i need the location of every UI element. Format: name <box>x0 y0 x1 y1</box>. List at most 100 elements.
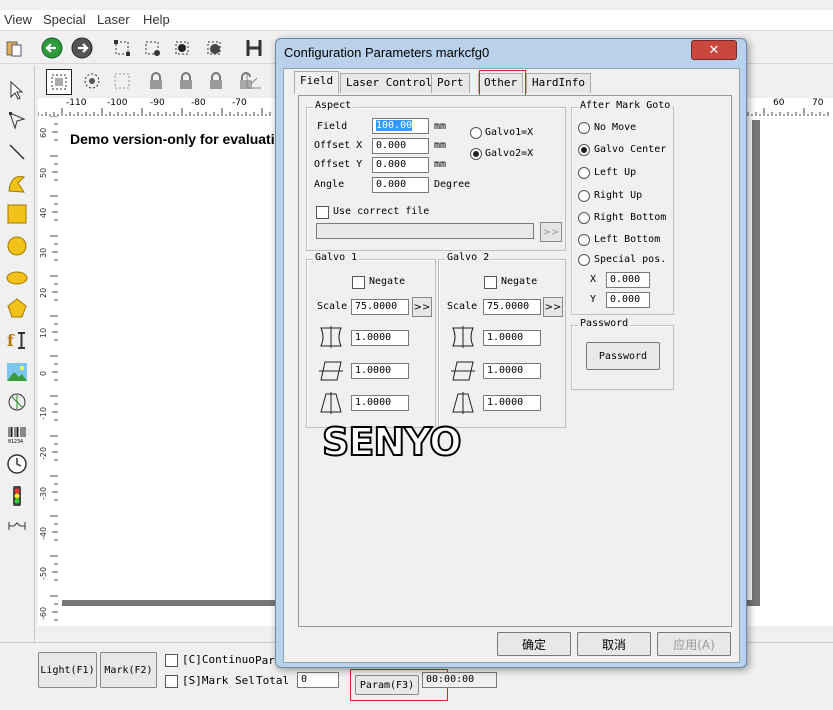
field-size-input[interactable]: 100.00 <box>372 118 429 134</box>
special-y-label: Y <box>590 294 597 305</box>
galvo1-negate-checkbox[interactable] <box>352 276 365 289</box>
tab-hardinfo[interactable]: HardInfo <box>526 73 591 93</box>
svg-text:01234: 01234 <box>8 439 23 445</box>
galvo2-barrel-input[interactable]: 1.0000 <box>483 330 541 346</box>
mark-sel-label: [S]Mark Sel <box>182 674 255 687</box>
lock-icon[interactable] <box>144 69 168 93</box>
galvo1-parallelogram-input[interactable]: 1.0000 <box>351 363 409 379</box>
close-icon[interactable]: ✕ <box>691 40 737 60</box>
continuous-checkbox[interactable] <box>165 654 178 667</box>
apply-button[interactable]: 应用(A) <box>657 632 731 656</box>
special-pos-radio[interactable] <box>578 254 590 266</box>
mark-sel-checkbox[interactable] <box>165 675 178 688</box>
galvo2-scale-more-button[interactable]: >> <box>543 297 563 317</box>
line-icon[interactable] <box>5 140 29 164</box>
node-icon[interactable] <box>140 36 164 60</box>
rotate-icon[interactable] <box>80 69 104 93</box>
menu-laser[interactable]: Laser <box>97 12 130 27</box>
lock-icon[interactable] <box>204 69 228 93</box>
password-button[interactable]: Password <box>586 342 660 370</box>
right-up-label: Right Up <box>594 190 643 201</box>
ruler-label: 30 <box>39 248 48 258</box>
select-node-icon[interactable] <box>110 36 134 60</box>
galvo2-parallelogram-input[interactable]: 1.0000 <box>483 363 541 379</box>
light-button[interactable]: Light(F1) <box>38 652 97 688</box>
field-size-selection: 100.00 <box>376 120 413 131</box>
ruler-label: -100 <box>107 98 128 108</box>
cancel-button[interactable]: 取消 <box>577 632 651 656</box>
tab-port[interactable]: Port <box>431 73 470 93</box>
left-up-label: Left Up <box>594 167 637 178</box>
galvo1-barrel-input[interactable]: 1.0000 <box>351 330 409 346</box>
io-icon[interactable] <box>5 484 29 508</box>
node-dot-icon[interactable] <box>202 36 226 60</box>
left-bottom-radio[interactable] <box>578 234 590 246</box>
ok-button[interactable]: 确定 <box>497 632 571 656</box>
galvo1-x-radio[interactable] <box>470 127 482 139</box>
special-y-input[interactable]: 0.000 <box>606 292 650 308</box>
left-up-radio[interactable] <box>578 167 590 179</box>
total-field[interactable]: 0 <box>297 672 339 688</box>
paste-icon[interactable] <box>2 36 26 60</box>
senyo-watermark: SENYO <box>321 419 463 465</box>
tab-laser-control[interactable]: Laser Control <box>340 73 439 93</box>
rectangle-icon[interactable] <box>5 202 29 226</box>
image-icon[interactable] <box>5 360 29 384</box>
offset-x-label: Offset X <box>314 140 363 151</box>
use-correct-file-checkbox[interactable] <box>316 206 329 219</box>
galvo1-trapezoid-input[interactable]: 1.0000 <box>351 395 409 411</box>
offset-y-input[interactable]: 0.000 <box>372 157 429 173</box>
ruler-label: -30 <box>39 487 48 500</box>
galvo2-group: Galvo 2 Negate Scale 75.0000 >> 1.0000 1… <box>438 252 566 428</box>
node-edit-icon[interactable] <box>170 36 194 60</box>
galvo2-trapezoid-input[interactable]: 1.0000 <box>483 395 541 411</box>
align-icon[interactable] <box>242 69 266 93</box>
ruler-label: -70 <box>232 98 247 108</box>
galvo2-scale-input[interactable]: 75.0000 <box>483 299 541 315</box>
mark-button[interactable]: Mark(F2) <box>100 652 157 688</box>
galvo2-negate-checkbox[interactable] <box>484 276 497 289</box>
timer-icon[interactable] <box>5 452 29 476</box>
vector-file-icon[interactable] <box>5 390 29 414</box>
menu-view[interactable]: View <box>4 12 32 27</box>
ruler-label: 60 <box>39 128 48 138</box>
ellipse-icon[interactable] <box>5 266 29 290</box>
browse-correct-file-button[interactable]: >> <box>540 222 562 242</box>
curve-icon[interactable] <box>5 172 29 196</box>
forward-icon[interactable] <box>70 36 94 60</box>
ruler-label: -80 <box>191 98 206 108</box>
text-icon[interactable]: f <box>5 328 29 352</box>
extend-axis-icon[interactable] <box>5 514 29 538</box>
circle-icon[interactable] <box>5 234 29 258</box>
left-bottom-label: Left Bottom <box>594 234 661 245</box>
back-icon[interactable] <box>40 36 64 60</box>
h-icon[interactable] <box>242 36 266 60</box>
trapezoid-distortion-icon <box>449 390 477 419</box>
angle-input[interactable]: 0.000 <box>372 177 429 193</box>
time-display: 00:00:00 <box>422 672 497 688</box>
menu-help[interactable]: Help <box>143 12 170 27</box>
special-x-input[interactable]: 0.000 <box>606 272 650 288</box>
galvo1-scale-input[interactable]: 75.0000 <box>351 299 409 315</box>
menu-special[interactable]: Special <box>43 12 86 27</box>
barcode-icon[interactable]: 01234 <box>5 422 29 446</box>
polygon-icon[interactable] <box>5 296 29 320</box>
node-pointer-icon[interactable] <box>5 108 29 132</box>
pointer-icon[interactable] <box>5 78 29 102</box>
group-icon[interactable] <box>46 69 72 95</box>
galvo2-x-radio[interactable] <box>470 148 482 160</box>
correct-file-path-field[interactable] <box>316 223 534 239</box>
tab-field[interactable]: Field <box>294 71 340 94</box>
galvo1-x-label: Galvo1=X <box>485 127 534 138</box>
right-up-radio[interactable] <box>578 190 590 202</box>
no-move-radio[interactable] <box>578 122 590 134</box>
galvo1-scale-more-button[interactable]: >> <box>412 297 432 317</box>
galvo-center-radio[interactable] <box>578 144 590 156</box>
right-bottom-radio[interactable] <box>578 212 590 224</box>
offset-x-input[interactable]: 0.000 <box>372 138 429 154</box>
ungroup-icon[interactable] <box>110 69 134 93</box>
galvo2-x-label: Galvo2=X <box>485 148 534 159</box>
lock-icon[interactable] <box>174 69 198 93</box>
use-correct-file-label: Use correct file <box>333 206 430 217</box>
galvo1-group: Galvo 1 Negate Scale 75.0000 >> 1.0000 1… <box>306 252 436 428</box>
